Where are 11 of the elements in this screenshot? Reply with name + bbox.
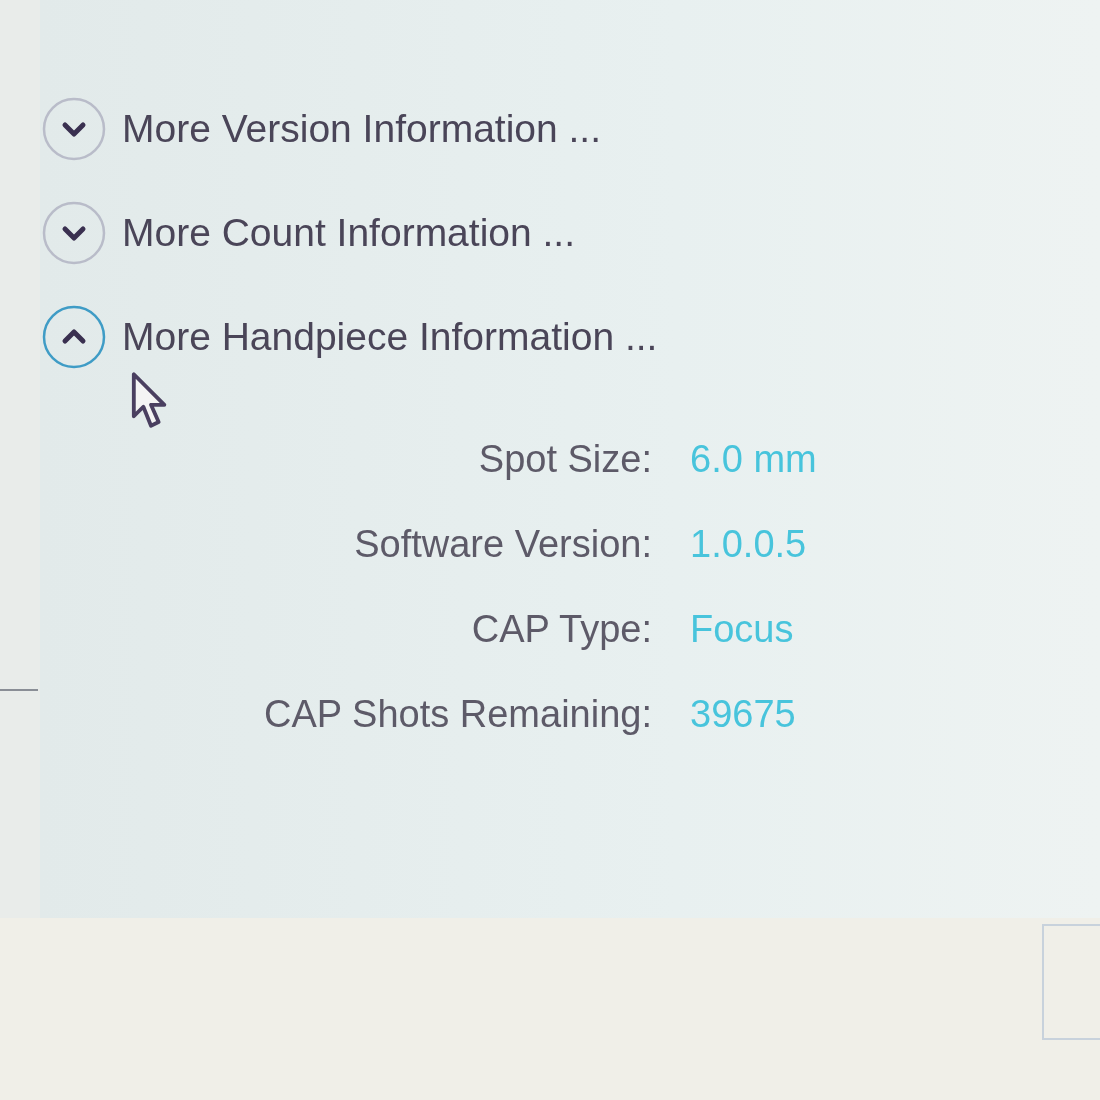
expander-button[interactable]: More Count Information ... xyxy=(42,201,576,265)
detail-value: 1.0.0.5 xyxy=(690,522,807,567)
detail-label: CAP Shots Remaining: xyxy=(264,692,652,737)
detail-label: CAP Type: xyxy=(471,607,652,652)
expander-button[interactable]: More Handpiece Information ... xyxy=(42,305,658,369)
detail-value: Focus xyxy=(690,607,794,652)
detail-value: 39675 xyxy=(690,692,796,737)
detail-label: Spot Size: xyxy=(478,437,652,482)
detail-value: 6.0 mm xyxy=(690,437,817,482)
expander-button[interactable]: More Version Information ... xyxy=(42,97,602,161)
detail-label: Software Version: xyxy=(354,522,652,567)
